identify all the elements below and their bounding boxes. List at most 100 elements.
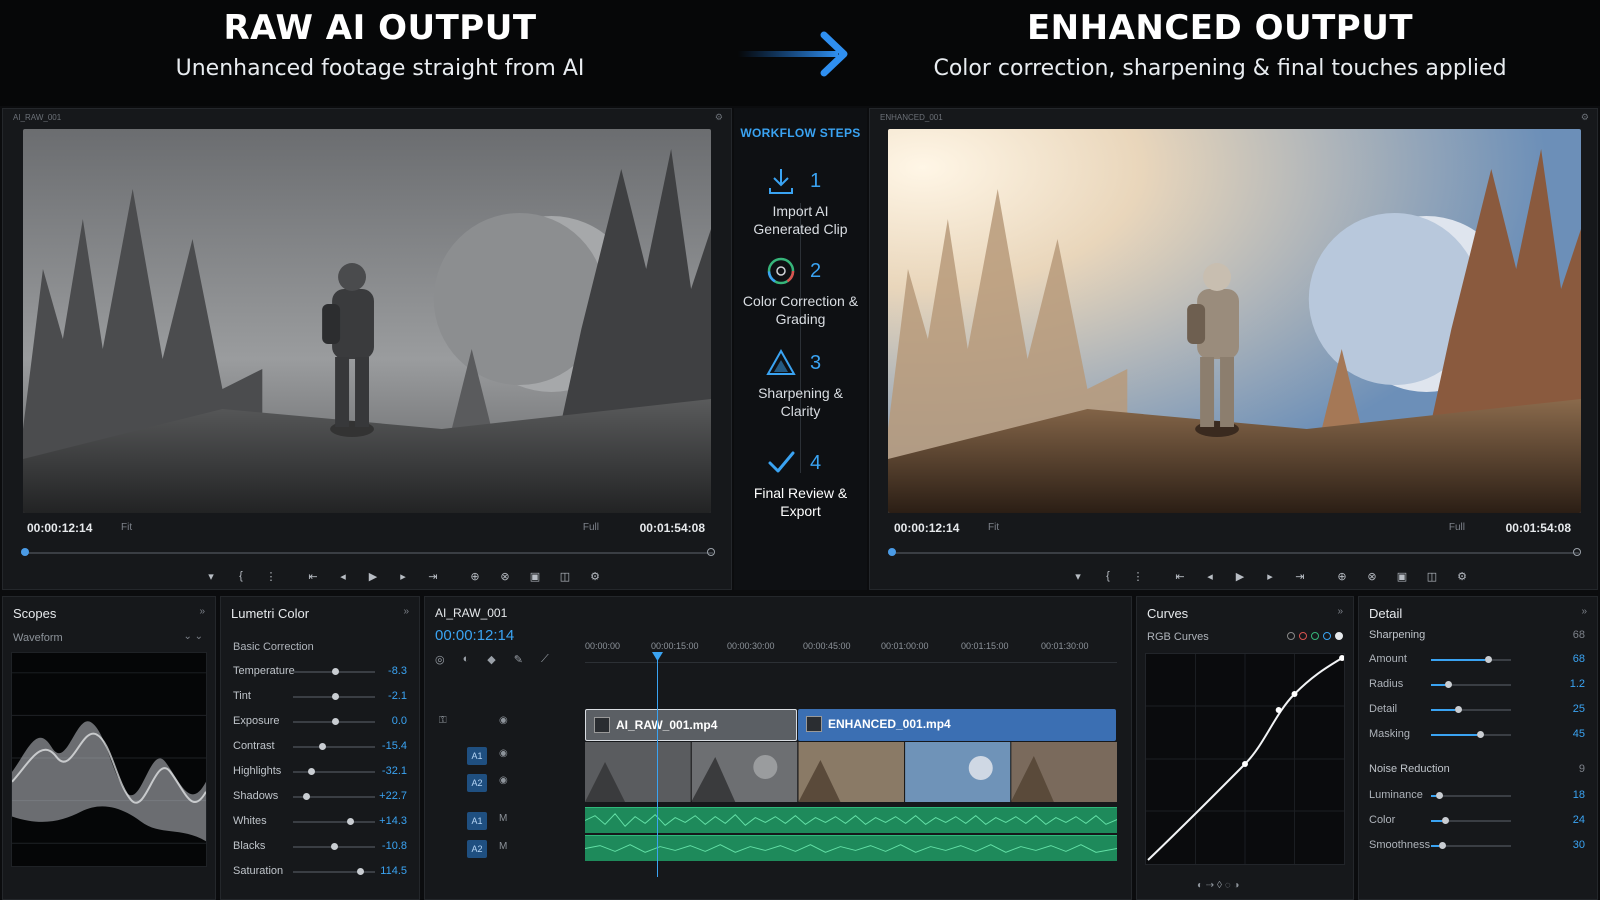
mark-in-icon[interactable]: {: [1100, 570, 1116, 582]
eye-icon[interactable]: ◉: [499, 748, 508, 759]
step-back-icon[interactable]: ◂: [335, 570, 351, 583]
param-slider[interactable]: [1431, 842, 1511, 849]
param-slider[interactable]: [1431, 681, 1511, 688]
fit-dropdown[interactable]: Fit: [121, 522, 132, 533]
eye-icon[interactable]: ◉: [499, 715, 508, 726]
scope-mode-dropdown[interactable]: Waveform: [13, 632, 63, 644]
param-value[interactable]: 30: [1573, 839, 1585, 851]
param-slider[interactable]: [1431, 731, 1511, 738]
param-slider[interactable]: [1431, 706, 1511, 713]
sharpening-header[interactable]: Sharpening: [1369, 629, 1425, 641]
panel-menu-icon[interactable]: »: [1581, 606, 1587, 617]
slider-knob[interactable]: [1442, 817, 1450, 824]
param-value[interactable]: 18: [1573, 789, 1585, 801]
settings-icon[interactable]: ⚙: [1454, 570, 1470, 583]
slider-knob[interactable]: [1439, 842, 1446, 849]
slider-knob[interactable]: [319, 743, 327, 750]
param-value[interactable]: -10.8: [382, 840, 407, 852]
param-slider[interactable]: [1431, 817, 1511, 824]
panel-menu-icon[interactable]: »: [403, 606, 409, 617]
timecode-in[interactable]: 00:00:12:14: [894, 521, 959, 535]
settings-icon[interactable]: ⚙: [587, 570, 603, 583]
play-icon[interactable]: ▶: [1232, 570, 1248, 583]
param-slider[interactable]: [293, 668, 375, 675]
mark-in-icon[interactable]: {: [233, 570, 249, 582]
slider-knob[interactable]: [302, 793, 310, 800]
video-frame-raw[interactable]: [23, 129, 711, 513]
mute-icon[interactable]: M: [499, 813, 507, 824]
marker-icon[interactable]: ◆: [487, 653, 495, 666]
wrench-icon[interactable]: ✎: [514, 653, 523, 666]
step-back-icon[interactable]: ◂: [1202, 570, 1218, 583]
slider-knob[interactable]: [1455, 706, 1462, 713]
slider-knob[interactable]: [1435, 792, 1443, 799]
slider-knob[interactable]: [332, 668, 340, 675]
param-value[interactable]: 114.5: [380, 865, 407, 877]
scrub-bar[interactable]: [888, 548, 1581, 556]
export-frame-icon[interactable]: ▣: [527, 570, 543, 583]
slider-knob[interactable]: [330, 843, 338, 850]
channel-luma-dot[interactable]: [1287, 632, 1295, 640]
param-slider[interactable]: [293, 693, 375, 700]
eye-icon[interactable]: ◉: [499, 775, 508, 786]
compare-icon[interactable]: ◫: [557, 570, 573, 583]
param-slider[interactable]: [293, 868, 375, 875]
param-slider[interactable]: [293, 818, 375, 825]
go-to-out-icon[interactable]: ⇥: [425, 570, 441, 583]
noise-toggle[interactable]: 9: [1579, 763, 1585, 775]
param-value[interactable]: +22.7: [379, 790, 407, 802]
basic-correction-header[interactable]: Basic Correction: [233, 641, 314, 653]
export-frame-icon[interactable]: ▣: [1394, 570, 1410, 583]
slider-knob[interactable]: [307, 768, 315, 775]
slider-knob[interactable]: [356, 868, 364, 875]
video-frame-enhanced[interactable]: [888, 129, 1581, 513]
curve-tools-icons[interactable]: ◐ ⇢ ◊ ◌ ◑: [1197, 880, 1239, 891]
panel-menu-icon[interactable]: »: [199, 606, 205, 617]
param-value[interactable]: +14.3: [379, 815, 407, 827]
param-value[interactable]: 45: [1573, 728, 1585, 740]
razor-icon[interactable]: ⟋: [541, 653, 549, 666]
sharpening-toggle[interactable]: 68: [1573, 629, 1585, 641]
channel-blue-dot[interactable]: [1323, 632, 1331, 640]
slider-knob[interactable]: [1485, 656, 1493, 663]
lift-icon[interactable]: ⊕: [1334, 570, 1350, 583]
go-to-in-icon[interactable]: ⇤: [305, 570, 321, 583]
audio-track-a1[interactable]: [585, 807, 1117, 833]
resolution-dropdown[interactable]: Full: [1449, 522, 1465, 533]
param-value[interactable]: -8.3: [388, 665, 407, 677]
play-icon[interactable]: ▶: [365, 570, 381, 583]
timecode-in[interactable]: 00:00:12:14: [27, 521, 92, 535]
param-slider[interactable]: [293, 843, 375, 850]
slider-knob[interactable]: [1477, 731, 1485, 738]
clip-raw[interactable]: AI_RAW_001.mp4: [585, 709, 797, 741]
track-label[interactable]: A1: [467, 747, 487, 765]
scrub-handle[interactable]: [888, 548, 896, 556]
insert-icon[interactable]: ⊕: [467, 570, 483, 583]
clip-enhanced[interactable]: ENHANCED_001.mp4: [798, 709, 1116, 741]
gear-icon[interactable]: ⚙: [1581, 112, 1589, 123]
audio-track-a2[interactable]: [585, 835, 1117, 861]
scrub-bar[interactable]: [21, 548, 715, 556]
param-slider[interactable]: [293, 793, 375, 800]
scrub-handle[interactable]: [21, 548, 29, 556]
param-value[interactable]: 24: [1573, 814, 1585, 826]
param-value[interactable]: 0.0: [392, 715, 407, 727]
param-value[interactable]: -15.4: [382, 740, 407, 752]
track-label[interactable]: A2: [467, 840, 487, 858]
link-icon[interactable]: ◐: [463, 653, 470, 666]
compare-icon[interactable]: ◫: [1424, 570, 1440, 583]
param-value[interactable]: -2.1: [388, 690, 407, 702]
panel-menu-icon[interactable]: »: [1337, 606, 1343, 617]
channel-white-dot[interactable]: [1335, 632, 1343, 640]
slider-knob[interactable]: [332, 718, 340, 725]
mute-icon[interactable]: M: [499, 841, 507, 852]
param-slider[interactable]: [293, 743, 375, 750]
param-slider[interactable]: [293, 718, 375, 725]
snap-icon[interactable]: ◎: [435, 653, 445, 666]
sequence-tab[interactable]: AI_RAW_001: [435, 606, 507, 620]
slider-knob[interactable]: [332, 693, 340, 700]
param-slider[interactable]: [293, 768, 375, 775]
noise-reduction-header[interactable]: Noise Reduction: [1369, 763, 1450, 775]
track-label[interactable]: A2: [467, 774, 487, 792]
slider-knob[interactable]: [347, 818, 355, 825]
